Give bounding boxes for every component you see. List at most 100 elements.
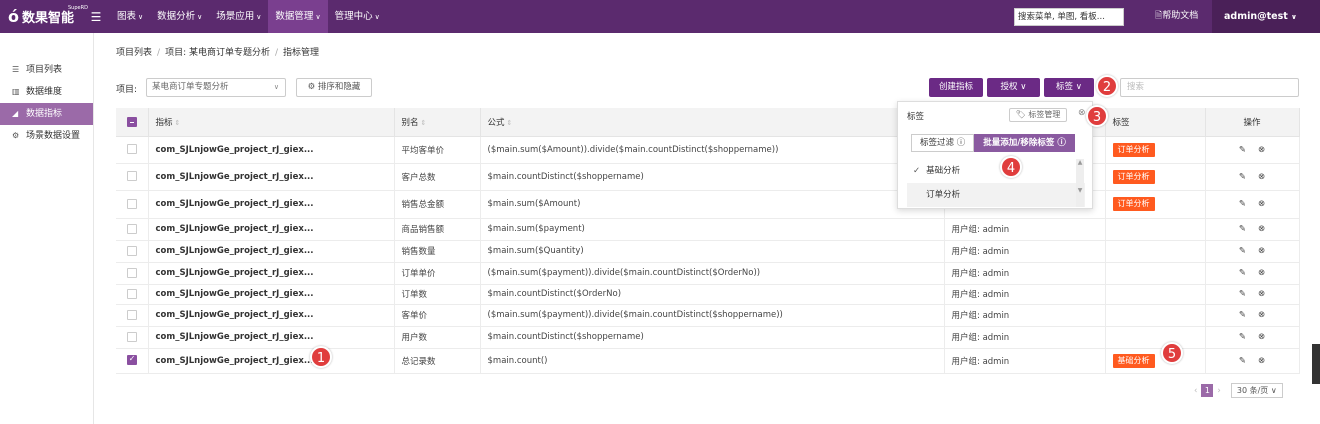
tag-option-basic[interactable]: ✓ 基础分析 bbox=[907, 159, 1085, 183]
project-label: 项目: bbox=[116, 85, 138, 95]
next-page-icon[interactable]: › bbox=[1217, 386, 1220, 396]
select-all-checkbox[interactable] bbox=[126, 116, 137, 127]
table-row[interactable]: com_SJLnjowGe_project_rJ_giex... 销售总金额 $ma… bbox=[116, 190, 1300, 219]
metric-permission: 用户组: admin bbox=[944, 240, 1106, 263]
chevron-down-icon: ∨ bbox=[273, 83, 279, 91]
edit-icon[interactable]: ✎ bbox=[1239, 310, 1246, 320]
nav-item-analysis[interactable]: 数据分析 ∨ bbox=[150, 0, 209, 33]
table-row[interactable]: com_SJLnjowGe_project_rJ_giex... 客单价 ($mai… bbox=[116, 304, 1300, 327]
sort-hide-button[interactable]: ⚙ 排序和隐藏 bbox=[296, 78, 372, 97]
sort-icon: ⇕ bbox=[420, 118, 427, 127]
table-row[interactable]: com_SJLnjowGe_project_rJ_giex... 客户总数 $mai… bbox=[116, 163, 1300, 191]
delete-icon[interactable]: ⊗ bbox=[1258, 224, 1265, 234]
row-checkbox[interactable] bbox=[126, 198, 137, 209]
create-metric-button[interactable]: 创建指标 bbox=[929, 78, 983, 97]
close-icon[interactable]: ⊗ bbox=[1078, 108, 1086, 118]
metric-name: com_SJLnjowGe_project_rJ_giex... bbox=[148, 190, 395, 219]
table-row[interactable]: com_SJLnjowGe_project_rJ_giex... 商品销售额 $ma… bbox=[116, 218, 1300, 241]
row-checkbox[interactable] bbox=[126, 223, 137, 234]
tag-manage-button[interactable]: 🏷 标签管理 bbox=[1009, 108, 1067, 122]
edit-icon[interactable]: ✎ bbox=[1239, 145, 1246, 155]
tag-list-scrollbar[interactable]: ▲ ▼ bbox=[1076, 159, 1084, 207]
tag-dropdown: 标签 🏷 标签管理 ⊗ 标签过滤 ⓘ 批量添加/移除标签 ⓘ ✓基础分析 ✓订单… bbox=[897, 101, 1093, 209]
tag-badge[interactable]: 订单分析 bbox=[1112, 142, 1155, 157]
edit-icon[interactable]: ✎ bbox=[1239, 224, 1246, 234]
edit-icon[interactable]: ✎ bbox=[1239, 246, 1246, 256]
table-row[interactable]: com_SJLnjowGe_project_rJ_giex... 平均客单价 ($m… bbox=[116, 136, 1300, 164]
side-scroll-tab[interactable] bbox=[1312, 344, 1320, 384]
row-checkbox[interactable] bbox=[126, 331, 137, 342]
help-docs-link[interactable]: 🗎帮助文档 bbox=[1155, 0, 1198, 33]
metric-name: com_SJLnjowGe_project_rJ_giex... bbox=[148, 284, 395, 305]
metric-alias: 总记录数 bbox=[394, 348, 481, 374]
user-menu[interactable]: admin@test ∨ bbox=[1212, 0, 1320, 33]
row-checkbox[interactable] bbox=[126, 267, 137, 278]
page-size-select[interactable]: 30 条/页 ∨ bbox=[1230, 383, 1283, 398]
metric-search-input[interactable]: 搜索 bbox=[1120, 78, 1299, 97]
nav-item-admin-center[interactable]: 管理中心 ∨ bbox=[328, 0, 387, 33]
table-row[interactable]: com_SJLnjowGe_project_rJ_giex... 订单单价 ($ma… bbox=[116, 262, 1300, 285]
tab-tag-filter[interactable]: 标签过滤 ⓘ bbox=[911, 134, 975, 152]
metric-name: com_SJLnjowGe_project_rJ_giex... bbox=[148, 240, 395, 263]
top-navbar: ó 数果智能 SupeRD ☰ 图表 ∨ 数据分析 ∨ 场景应用 ∨ 数据管理 ∨ 管理… bbox=[0, 0, 1320, 33]
metric-tags bbox=[1105, 262, 1206, 285]
brand-logo[interactable]: ó 数果智能 SupeRD bbox=[0, 5, 88, 26]
edit-icon[interactable]: ✎ bbox=[1239, 289, 1246, 299]
row-checkbox[interactable] bbox=[126, 354, 137, 366]
authorize-button[interactable]: 授权 ∨ bbox=[987, 78, 1040, 97]
breadcrumb-projects[interactable]: 项目列表 bbox=[116, 48, 152, 58]
tag-badge[interactable]: 订单分析 bbox=[1112, 197, 1155, 211]
tag-tabs: 标签过滤 ⓘ 批量添加/移除标签 ⓘ bbox=[911, 134, 1075, 152]
row-actions: ✎ ⊗ bbox=[1205, 326, 1300, 349]
sidebar-item-projects[interactable]: ☰ 项目列表 bbox=[0, 59, 93, 81]
sidebar-item-scene-settings[interactable]: ⚙ 场景数据设置 bbox=[0, 125, 93, 147]
metric-name: com_SJLnjowGe_project_rJ_giex... bbox=[148, 304, 395, 327]
col-header-ops: 操作 bbox=[1205, 108, 1300, 137]
delete-icon[interactable]: ⊗ bbox=[1258, 356, 1265, 366]
delete-icon[interactable]: ⊗ bbox=[1258, 268, 1265, 278]
col-header-name[interactable]: 指标 ⇕ bbox=[148, 108, 395, 137]
delete-icon[interactable]: ⊗ bbox=[1258, 172, 1265, 182]
tag-option-order[interactable]: ✓订单分析 bbox=[907, 183, 1085, 207]
table-row[interactable]: com_SJLnjowGe_project_rJ_giex...总记录数$mai… bbox=[116, 348, 1300, 374]
delete-icon[interactable]: ⊗ bbox=[1258, 145, 1265, 155]
edit-icon[interactable]: ✎ bbox=[1239, 199, 1246, 209]
global-search-input[interactable]: 搜索菜单, 单图, 看板... bbox=[1014, 8, 1124, 26]
tab-batch-tag[interactable]: 批量添加/移除标签 ⓘ bbox=[974, 134, 1075, 152]
edit-icon[interactable]: ✎ bbox=[1239, 356, 1246, 366]
delete-icon[interactable]: ⊗ bbox=[1258, 310, 1265, 320]
table-row[interactable]: com_SJLnjowGe_project_rJ_giex... 订单数 $main… bbox=[116, 284, 1300, 305]
chevron-down-icon: ∨ bbox=[1291, 13, 1297, 21]
row-checkbox[interactable] bbox=[126, 309, 137, 320]
check-icon: ✓ bbox=[913, 166, 921, 176]
delete-icon[interactable]: ⊗ bbox=[1258, 199, 1265, 209]
breadcrumb-project[interactable]: 项目: 某电商订单专题分析 bbox=[165, 48, 270, 58]
row-checkbox[interactable] bbox=[126, 245, 137, 256]
nav-item-charts[interactable]: 图表 ∨ bbox=[110, 0, 150, 33]
project-select[interactable]: 某电商订单专题分析 ∨ bbox=[146, 78, 286, 97]
sidebar-item-dimensions[interactable]: ▥ 数据维度 bbox=[0, 81, 93, 103]
tag-button[interactable]: 标签 ∨ bbox=[1044, 78, 1094, 97]
tag-badge[interactable]: 基础分析 bbox=[1112, 353, 1155, 368]
col-header-formula[interactable]: 公式 ⇕ bbox=[480, 108, 945, 137]
table-row[interactable]: com_SJLnjowGe_project_rJ_giex... 销售数量 $mai… bbox=[116, 240, 1300, 263]
edit-icon[interactable]: ✎ bbox=[1239, 268, 1246, 278]
row-checkbox[interactable] bbox=[126, 144, 137, 155]
delete-icon[interactable]: ⊗ bbox=[1258, 332, 1265, 342]
row-checkbox[interactable] bbox=[126, 288, 137, 299]
nav-item-scenarios[interactable]: 场景应用 ∨ bbox=[209, 0, 268, 33]
nav-item-data-management[interactable]: 数据管理 ∨ bbox=[268, 0, 328, 33]
col-header-alias[interactable]: 别名 ⇕ bbox=[394, 108, 481, 137]
menu-toggle-icon[interactable]: ☰ bbox=[82, 10, 110, 24]
tag-badge[interactable]: 订单分析 bbox=[1112, 169, 1155, 184]
page-current[interactable]: 1 bbox=[1201, 384, 1214, 397]
sidebar-item-metrics[interactable]: ◢ 数据指标 bbox=[0, 103, 93, 125]
edit-icon[interactable]: ✎ bbox=[1239, 172, 1246, 182]
delete-icon[interactable]: ⊗ bbox=[1258, 246, 1265, 256]
prev-page-icon[interactable]: ‹ bbox=[1194, 386, 1197, 396]
row-checkbox[interactable] bbox=[126, 171, 137, 182]
metric-formula: ($main.sum($payment)).divide($main.count… bbox=[480, 262, 945, 285]
table-row[interactable]: com_SJLnjowGe_project_rJ_giex... 用户数 $main… bbox=[116, 326, 1300, 349]
delete-icon[interactable]: ⊗ bbox=[1258, 289, 1265, 299]
edit-icon[interactable]: ✎ bbox=[1239, 332, 1246, 342]
